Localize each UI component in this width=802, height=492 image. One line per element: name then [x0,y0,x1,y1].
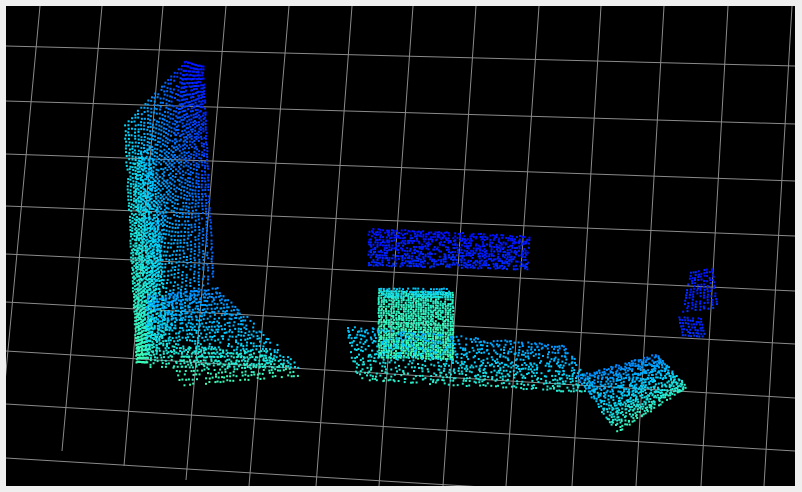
grid-line [763,6,793,486]
grid-line [6,45,795,67]
grid-line [6,6,41,377]
grid-line [571,6,602,486]
grid-line [248,6,290,486]
right-blue-cluster [678,268,718,338]
grid-line [6,100,795,125]
floor-right-patch [576,354,687,433]
grid-line [6,253,795,292]
grid-line [700,6,729,486]
point-cloud-viewport[interactable] [6,6,795,486]
point-cloud-canvas[interactable] [6,6,795,486]
grid-line [635,6,665,486]
grid-line [61,6,103,452]
grid-line [6,205,795,237]
grid-line [6,403,795,452]
floating-blue-bar [367,228,531,271]
grid-line [315,6,353,486]
point-cloud [124,60,718,433]
viewer-frame [0,0,802,492]
ground-grid [6,6,795,486]
floor-left-patch [145,287,300,387]
